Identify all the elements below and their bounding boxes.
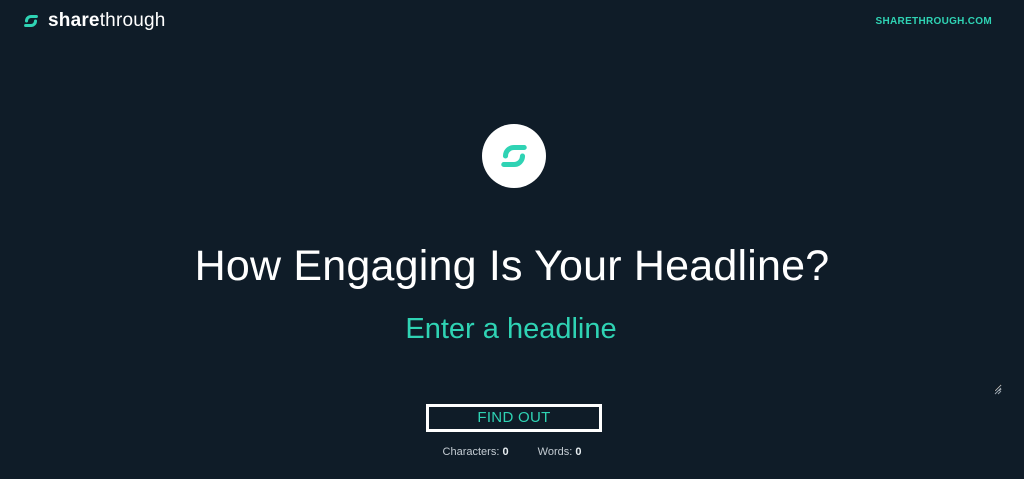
brand-name-bold: share [48,10,100,31]
characters-stat: Characters: 0 [443,446,509,458]
words-count: 0 [575,446,582,458]
sharethrough-logo-icon [22,12,40,30]
brand-name: sharethrough [48,10,166,32]
characters-label: Characters: [442,446,500,458]
find-out-button[interactable]: FIND OUT [426,404,602,432]
page: sharethrough SHARETHROUGH.COM How Engagi… [0,0,1024,479]
characters-count: 0 [502,446,509,458]
brand-name-light: through [99,10,166,31]
page-title: How Engaging Is Your Headline? [194,242,830,290]
stats: Characters: 0 Words: 0 [0,446,1024,458]
sharethrough-logo-icon [501,144,527,168]
site-link[interactable]: SHARETHROUGH.COM [876,16,992,27]
words-label: Words: [537,446,573,458]
words-stat: Words: 0 [538,446,582,458]
center-logo [482,124,546,188]
headline-input[interactable] [20,306,1002,392]
brand-logo-link[interactable]: sharethrough [22,10,166,32]
header: sharethrough SHARETHROUGH.COM [0,0,1024,44]
